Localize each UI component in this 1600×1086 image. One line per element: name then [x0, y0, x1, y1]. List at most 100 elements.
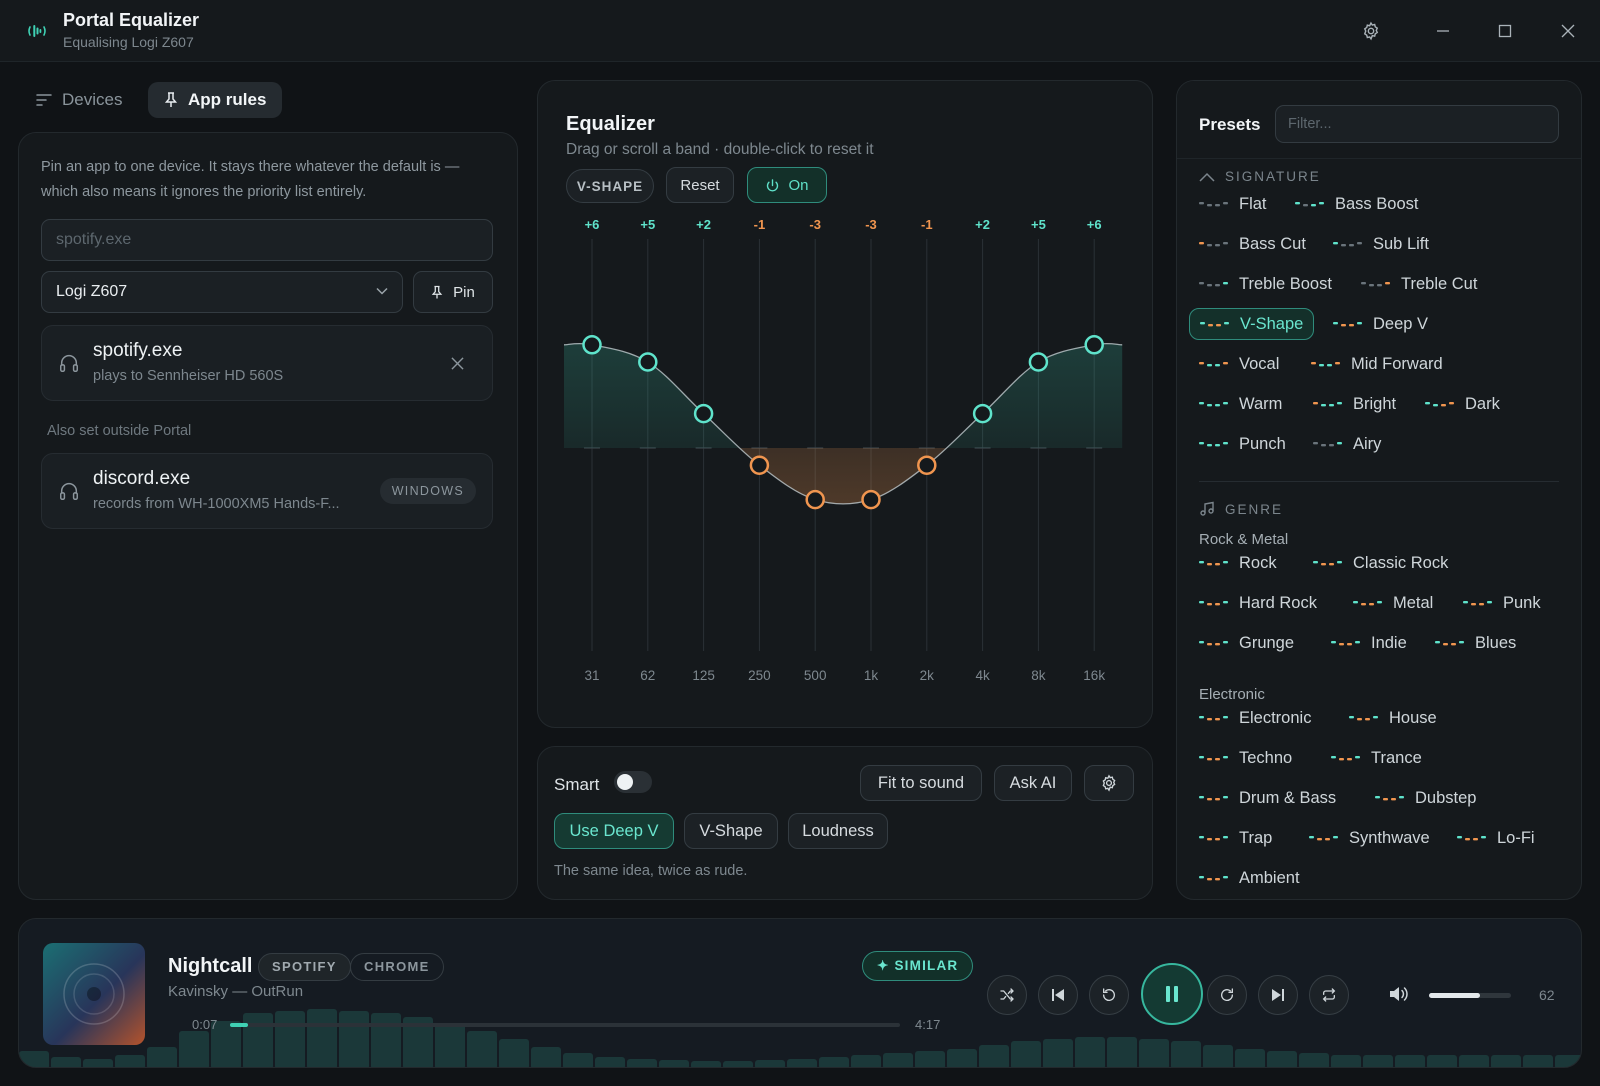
rewind-button[interactable]	[1089, 975, 1129, 1015]
forward-button[interactable]	[1207, 975, 1247, 1015]
preset-punch[interactable]: Punch	[1189, 428, 1296, 460]
preset-warm[interactable]: Warm	[1189, 388, 1292, 420]
tab-devices[interactable]: Devices	[20, 82, 138, 118]
visualizer-bar	[307, 1009, 337, 1067]
preset-synthwave[interactable]: Synthwave	[1299, 822, 1440, 854]
eq-curve-icon	[1435, 641, 1464, 646]
music-note-icon	[1200, 501, 1214, 516]
band-gain-label: -1	[754, 217, 766, 232]
preset-airy[interactable]: Airy	[1303, 428, 1391, 460]
presets-panel: Flat Bass Boost Bass Cut Sub Lift Treble Boo…	[1176, 80, 1582, 900]
visualizer-bar	[1555, 1055, 1581, 1067]
previous-button[interactable]	[1038, 975, 1078, 1015]
preset-flat[interactable]: Flat	[1189, 188, 1277, 220]
pause-button[interactable]	[1141, 963, 1203, 1025]
preset-label: Flat	[1239, 194, 1267, 213]
suggestion-deep-v-button[interactable]: Use Deep V	[554, 813, 674, 849]
tab-app-rules[interactable]: App rules	[148, 82, 283, 118]
preset-hard-rock[interactable]: Hard Rock	[1189, 587, 1327, 619]
band-handle-8k[interactable]	[1028, 352, 1049, 372]
maximize-button[interactable]	[1492, 18, 1518, 44]
preset-electronic[interactable]: Electronic	[1189, 702, 1321, 734]
fit-to-sound-button[interactable]: Fit to sound	[860, 765, 982, 801]
visualizer-bar	[1491, 1055, 1521, 1067]
ask-ai-button[interactable]: Ask AI	[994, 765, 1072, 801]
band-handle-31[interactable]	[582, 335, 602, 355]
visualizer-bar	[819, 1057, 849, 1067]
volume-fill	[1429, 993, 1480, 998]
preset-label: Metal	[1393, 593, 1434, 612]
preset-indie[interactable]: Indie	[1321, 627, 1417, 659]
close-window-button[interactable]	[1555, 18, 1581, 44]
preset-punk[interactable]: Punk	[1453, 587, 1551, 619]
band-frequency-label: 8k	[1031, 668, 1046, 683]
device-select-value: Logi Z607	[56, 283, 128, 300]
preset-treble-boost[interactable]: Treble Boost	[1189, 268, 1342, 300]
preset-vocal[interactable]: Vocal	[1189, 348, 1289, 380]
preset-label: Synthwave	[1349, 828, 1430, 847]
next-button[interactable]	[1258, 975, 1298, 1015]
preset-techno[interactable]: Techno	[1189, 742, 1302, 774]
visualizer-bar	[1299, 1053, 1329, 1067]
band-handle-2k[interactable]	[917, 455, 937, 475]
preset-treble-cut[interactable]: Treble Cut	[1351, 268, 1487, 300]
device-select[interactable]: Logi Z607	[41, 271, 403, 313]
eq-curve-icon	[1331, 756, 1360, 761]
settings-button[interactable]	[1358, 18, 1384, 44]
skip-previous-icon	[1052, 989, 1064, 1001]
app-rules-panel: Pin an app to one device. It stays there…	[18, 132, 518, 900]
smart-settings-button[interactable]	[1084, 765, 1134, 801]
band-handle-1k[interactable]	[861, 489, 881, 510]
pin-button[interactable]: Pin	[413, 271, 493, 313]
eq-curve-icon	[1199, 716, 1228, 721]
preset-sub-lift[interactable]: Sub Lift	[1323, 228, 1439, 260]
repeat-button[interactable]	[1309, 975, 1349, 1015]
band-handle-62[interactable]	[638, 352, 658, 372]
preset-dark[interactable]: Dark	[1415, 388, 1510, 420]
similar-button[interactable]: ✦ SIMILAR	[862, 951, 974, 981]
preset-dubstep[interactable]: Dubstep	[1365, 782, 1486, 814]
shuffle-button[interactable]	[987, 975, 1027, 1015]
preset-bass-boost[interactable]: Bass Boost	[1285, 188, 1428, 220]
band-handle-250[interactable]	[749, 455, 770, 475]
band-handle-125[interactable]	[693, 403, 714, 424]
visualizer-bar	[1427, 1055, 1457, 1067]
progress-bar[interactable]	[230, 1023, 900, 1027]
minimize-button[interactable]	[1430, 18, 1456, 44]
visualizer-bar	[1171, 1041, 1201, 1067]
preset-deep-v[interactable]: Deep V	[1323, 308, 1438, 340]
album-art	[43, 943, 145, 1045]
suggestion-loudness-button[interactable]: Loudness	[788, 813, 888, 849]
band-gain-label: +6	[585, 217, 600, 232]
band-handle-16k[interactable]	[1084, 335, 1104, 355]
preset-v-shape[interactable]: V-Shape	[1189, 308, 1315, 340]
volume-icon[interactable]	[1389, 985, 1409, 1003]
preset-filter-input[interactable]	[1275, 105, 1559, 143]
preset-bass-cut[interactable]: Bass Cut	[1189, 228, 1316, 260]
preset-trance[interactable]: Trance	[1321, 742, 1432, 774]
preset-trap[interactable]: Trap	[1189, 822, 1282, 854]
visualizer-bar	[499, 1039, 529, 1067]
preset-grunge[interactable]: Grunge	[1189, 627, 1304, 659]
smart-toggle[interactable]	[614, 771, 652, 793]
volume-slider[interactable]	[1429, 993, 1511, 998]
suggestion-v-shape-button[interactable]: V-Shape	[684, 813, 778, 849]
remove-rule-button[interactable]	[451, 357, 464, 370]
preset-rock[interactable]: Rock	[1189, 547, 1287, 579]
app-name-input[interactable]	[41, 219, 493, 261]
preset-classic-rock[interactable]: Classic Rock	[1303, 547, 1458, 579]
preset-metal[interactable]: Metal	[1343, 587, 1443, 619]
preset-drum-bass[interactable]: Drum & Bass	[1189, 782, 1346, 814]
preset-bright[interactable]: Bright	[1303, 388, 1406, 420]
eq-graph[interactable]: +6 31 +5 62 +2 125 -1 250 -3 500 -3 1k -1 2k +2 4k +5 8k +…	[538, 81, 1152, 727]
preset-mid-forward[interactable]: Mid Forward	[1301, 348, 1453, 380]
app-badge: CHROME	[350, 953, 444, 981]
preset-blues[interactable]: Blues	[1425, 627, 1526, 659]
preset-lo-fi[interactable]: Lo-Fi	[1447, 822, 1545, 854]
preset-house[interactable]: House	[1339, 702, 1447, 734]
band-frequency-label: 1k	[864, 668, 879, 683]
band-handle-500[interactable]	[805, 489, 825, 510]
time-current: 0:07	[192, 1017, 218, 1032]
band-handle-4k[interactable]	[972, 403, 993, 424]
preset-ambient[interactable]: Ambient	[1189, 862, 1310, 894]
